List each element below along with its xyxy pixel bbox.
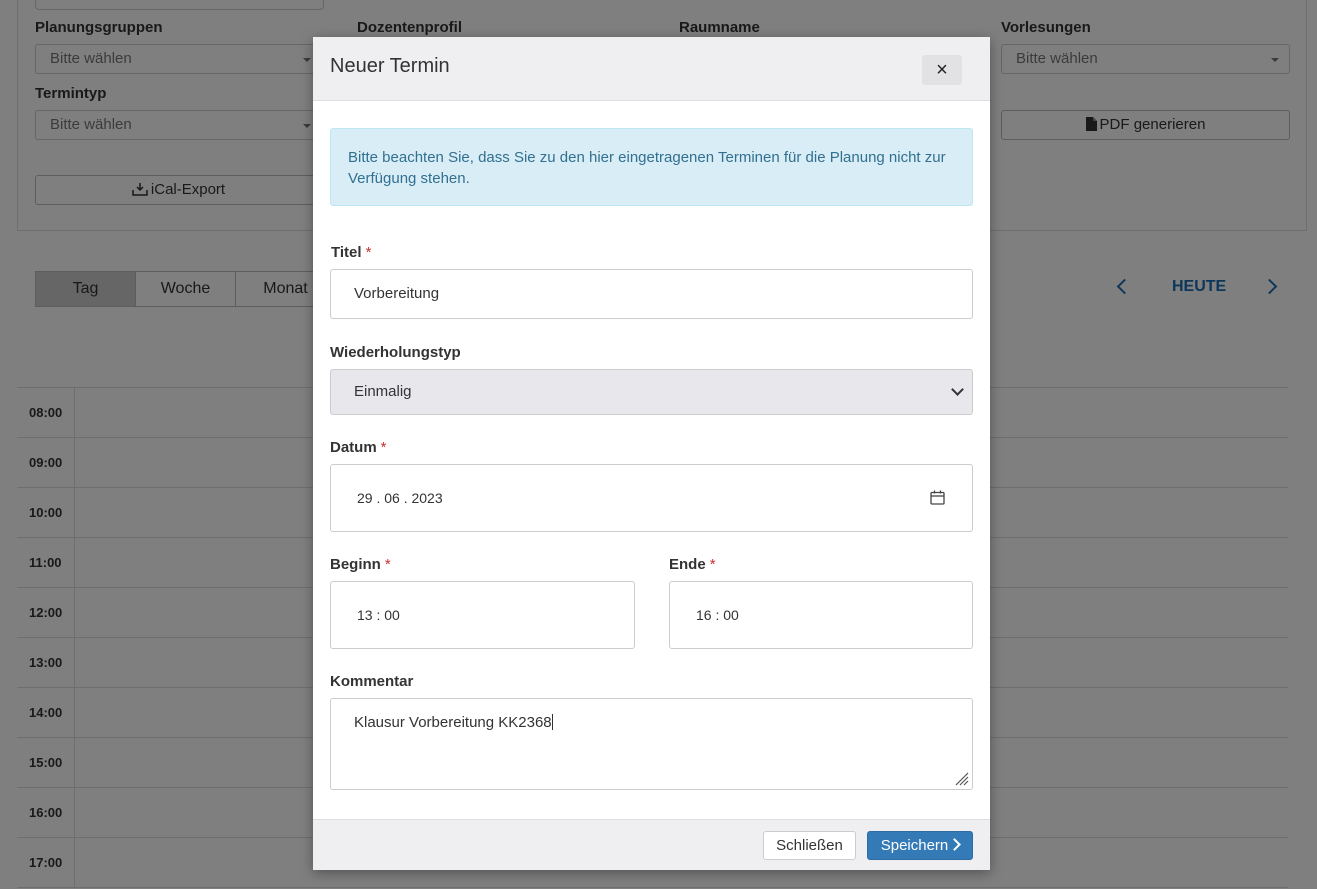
required-marker: * <box>709 556 716 573</box>
modal-title: Neuer Termin <box>330 55 450 77</box>
titel-label: Titel * <box>331 244 371 261</box>
kommentar-label: Kommentar <box>330 673 414 690</box>
titel-label-text: Titel <box>331 244 362 261</box>
chevron-right-icon <box>948 838 962 851</box>
required-marker: * <box>380 439 387 456</box>
titel-input[interactable]: Vorbereitung <box>330 269 973 319</box>
datum-value: 29 . 06 . 2023 <box>357 490 443 506</box>
ende-label-text: Ende <box>669 556 706 573</box>
kommentar-textarea[interactable]: Klausur Vorbereitung KK2368 <box>330 698 973 790</box>
datum-label-text: Datum <box>330 439 377 456</box>
text-cursor <box>551 714 553 730</box>
modal-footer: Schließen Speichern <box>313 819 990 870</box>
schliessen-button[interactable]: Schließen <box>763 831 856 860</box>
datum-label: Datum * <box>330 439 387 456</box>
ende-time-input[interactable]: 16 : 00 <box>669 581 973 649</box>
calendar-icon[interactable] <box>930 490 945 505</box>
info-alert: Bitte beachten Sie, dass Sie zu den hier… <box>330 128 973 206</box>
modal-header: Neuer Termin × <box>313 37 990 101</box>
wiederholungstyp-select[interactable]: Einmalig <box>330 369 973 415</box>
datum-input[interactable]: 29 . 06 . 2023 <box>330 464 973 532</box>
speichern-label: Speichern <box>880 837 949 854</box>
required-marker: * <box>384 556 391 573</box>
beginn-time-input[interactable]: 13 : 00 <box>330 581 635 649</box>
kommentar-value: Klausur Vorbereitung KK2368 <box>354 714 552 731</box>
wiederholungstyp-value: Einmalig <box>354 383 412 400</box>
beginn-label-text: Beginn <box>330 556 381 573</box>
chevron-down-icon <box>951 383 964 396</box>
ende-label: Ende * <box>669 556 716 573</box>
required-marker: * <box>365 244 372 261</box>
speichern-button[interactable]: Speichern <box>867 831 973 860</box>
close-icon[interactable]: × <box>922 55 962 85</box>
resize-handle-icon[interactable] <box>953 770 969 786</box>
new-appointment-modal: Neuer Termin × Bitte beachten Sie, dass … <box>313 37 990 870</box>
wiederholungstyp-label: Wiederholungstyp <box>330 344 461 361</box>
beginn-label: Beginn * <box>330 556 391 573</box>
